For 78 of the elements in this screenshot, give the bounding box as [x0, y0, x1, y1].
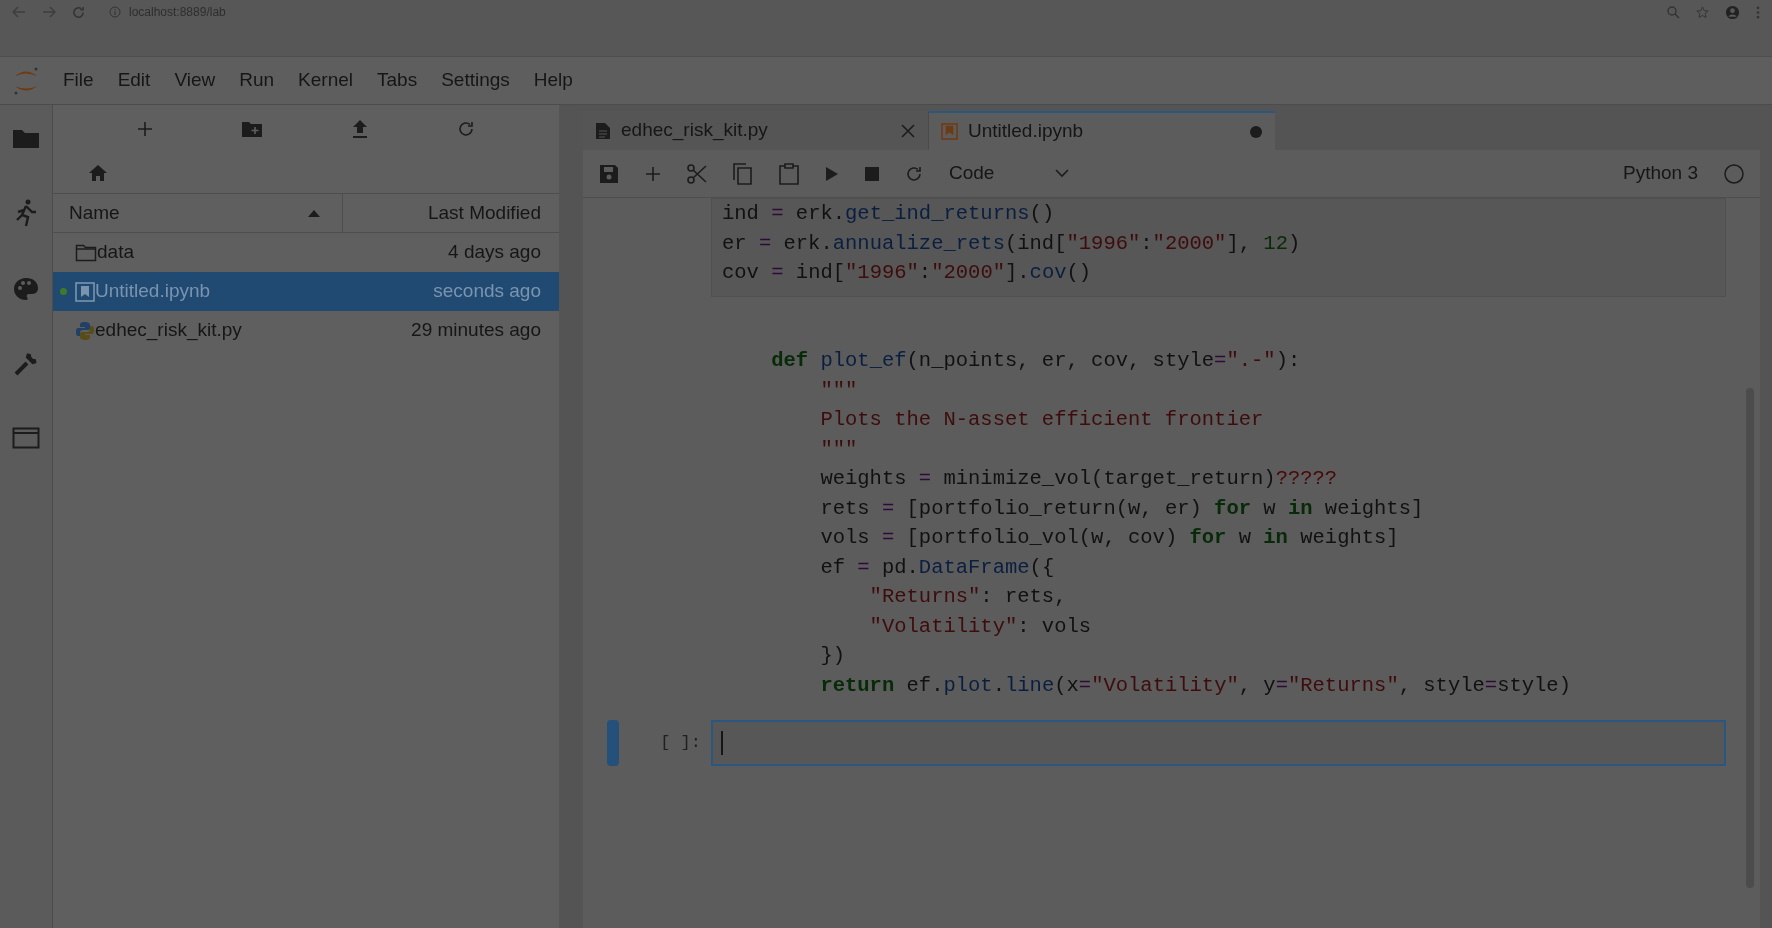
star-icon[interactable] [1696, 5, 1709, 19]
unsaved-dot-icon[interactable] [1249, 124, 1263, 139]
python-icon [75, 320, 95, 341]
file-name: Untitled.ipynb [95, 279, 211, 304]
palette-icon[interactable] [13, 277, 39, 301]
code-line: """ [819, 377, 859, 404]
code-line: """ [819, 436, 859, 463]
home-icon[interactable] [88, 164, 108, 182]
sort-ascending-icon [308, 209, 320, 217]
modified-time: seconds ago [433, 279, 541, 304]
new-folder-icon[interactable] [241, 120, 263, 138]
menu-item[interactable]: File [52, 66, 105, 95]
code-line: vols = [portfolio_vol(w, cov) for w in weights] [819, 525, 1400, 551]
menu-item[interactable]: Help [522, 66, 584, 95]
modified-time: 29 minutes ago [411, 318, 541, 343]
caret-icon [1055, 169, 1069, 178]
reload-icon[interactable] [72, 5, 85, 19]
copy-icon[interactable] [733, 162, 753, 185]
kernel-name[interactable]: Python 3 [1623, 159, 1698, 188]
add-icon[interactable] [645, 165, 661, 182]
running-person-icon[interactable] [15, 199, 37, 227]
text-cursor [721, 731, 723, 755]
save-icon[interactable] [599, 163, 619, 184]
code-line: def plot_ef(n_points, er, cov, style=".-"): [770, 348, 1302, 374]
file-row[interactable]: data 4 days ago [53, 233, 559, 272]
code-line: er = erk.annualize_rets(ind["1996":"2000"], 12) [722, 230, 1302, 257]
code-line: ind = erk.get_ind_returns() [722, 201, 1056, 227]
play-icon[interactable] [825, 165, 839, 182]
forward-icon[interactable] [42, 6, 56, 18]
close-icon[interactable] [900, 122, 916, 139]
tab-label: Untitled.ipynb [968, 119, 1085, 144]
code-input[interactable] [711, 720, 1726, 766]
cut-icon[interactable] [687, 163, 707, 184]
file-icon [595, 121, 611, 140]
add-icon[interactable] [137, 121, 153, 137]
menu-item[interactable]: View [163, 66, 227, 95]
menu-item[interactable]: Tabs [366, 66, 429, 95]
menu-item[interactable]: Settings [430, 66, 521, 95]
menu-item[interactable]: Run [228, 66, 286, 95]
code-line: ef = pd.DataFrame({ [819, 554, 1056, 581]
code-line: }) [819, 643, 847, 669]
menu-item[interactable]: Kernel [287, 66, 364, 95]
code-line: "Volatility": vols [868, 613, 1093, 640]
tabs-icon[interactable] [12, 427, 40, 449]
stop-icon[interactable] [865, 166, 879, 181]
zoom-icon[interactable] [1667, 5, 1680, 19]
back-icon[interactable] [12, 6, 26, 18]
column-header[interactable]: Last Modified [343, 194, 559, 232]
file-name: edhec_risk_kit.py [95, 318, 242, 343]
folder-icon [75, 243, 97, 262]
wrench-icon[interactable] [13, 351, 39, 377]
code-line: Plots the N-asset efficient frontier [819, 407, 1265, 433]
paste-icon[interactable] [779, 162, 799, 185]
file-name: data [97, 240, 134, 265]
code-line: weights = minimize_vol(target_return)????? [819, 466, 1339, 492]
folder-icon[interactable] [12, 127, 40, 149]
notebook-icon [75, 281, 95, 302]
code-line: "Returns": rets, [868, 584, 1068, 610]
tab[interactable]: Untitled.ipynb [929, 111, 1275, 150]
modified-time: 4 days ago [448, 240, 541, 265]
info-icon[interactable] [109, 6, 121, 18]
file-row[interactable]: edhec_risk_kit.py 29 minutes ago [53, 311, 559, 350]
upload-icon[interactable] [351, 119, 369, 139]
notebook-icon [941, 123, 958, 140]
cell-type-dropdown[interactable]: Code [949, 159, 1069, 188]
code-line: return ef.plot.line(x="Volatility", y="Returns", style=style) [819, 672, 1572, 699]
cell-prompt: [ ]: [660, 732, 701, 755]
restart-icon[interactable] [905, 164, 923, 183]
account-icon[interactable] [1725, 4, 1740, 20]
tab-label: edhec_risk_kit.py [621, 118, 769, 143]
kernel-status-icon [1724, 163, 1744, 184]
refresh-icon[interactable] [457, 120, 475, 138]
code-line: cov = ind["1996":"2000"].cov() [722, 260, 1093, 286]
menu-item[interactable]: Edit [106, 66, 162, 95]
menu-icon[interactable] [1756, 5, 1760, 19]
column-header[interactable]: Name [53, 194, 343, 232]
file-row[interactable]: Untitled.ipynb seconds ago [53, 272, 559, 311]
code-line: rets = [portfolio_return(w, er) for w in weights] [819, 495, 1425, 522]
